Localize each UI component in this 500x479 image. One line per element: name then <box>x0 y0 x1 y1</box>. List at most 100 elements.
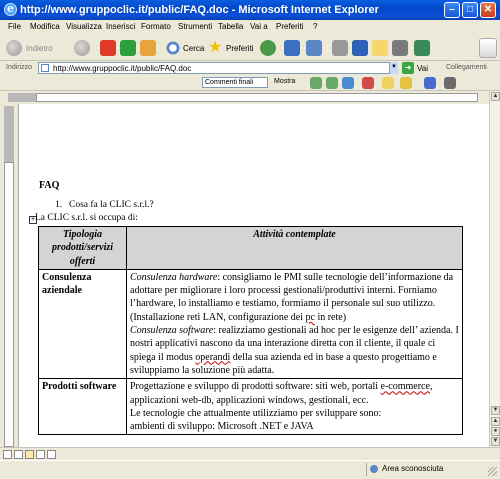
print-layout-icon[interactable] <box>25 450 34 459</box>
category-cell: Prodotti software <box>38 378 127 436</box>
title-bar: http://www.gruppoclic.it/public/FAQ.doc … <box>0 0 500 20</box>
ruler-margin-left <box>8 93 36 102</box>
search-icon[interactable] <box>165 40 181 56</box>
show-menu[interactable]: Mostra <box>274 78 295 85</box>
services-table: Tipologia prodotti/servizi offerti Attiv… <box>38 226 463 436</box>
back-arrow-icon[interactable] <box>6 40 22 56</box>
display-for-review-select[interactable]: Commenti finali <box>202 77 268 88</box>
menu-modifica[interactable]: Modifica <box>30 22 60 31</box>
ruler-text-area <box>36 93 478 102</box>
mail-icon[interactable] <box>306 40 322 56</box>
reject-change-icon[interactable] <box>362 77 374 89</box>
history-icon[interactable] <box>260 40 276 56</box>
activities-cell: Consulenza hardware: consigliamo le PMI … <box>126 268 463 380</box>
activities-cell: Progettazione e sviluppo di prodotti sof… <box>126 378 463 436</box>
ecommerce-word: e-commerce <box>380 381 430 393</box>
web-layout-icon[interactable] <box>14 450 23 459</box>
products-text-a: Progettazione e sviluppo di prodotti sof… <box>130 381 381 393</box>
track-changes-icon[interactable] <box>424 77 436 89</box>
vruler-margin-top <box>4 106 14 162</box>
insert-comment-icon[interactable] <box>382 77 394 89</box>
research-icon[interactable] <box>284 40 300 56</box>
highlight-icon[interactable] <box>400 77 412 89</box>
normal-view-icon[interactable] <box>3 450 12 459</box>
stop-icon[interactable] <box>100 40 116 56</box>
scroll-up-icon[interactable]: ▲ <box>491 92 500 101</box>
list-number: 1. <box>55 200 63 210</box>
previous-change-icon[interactable] <box>310 77 322 89</box>
pc-word: pc <box>305 311 315 323</box>
menu-tabella[interactable]: Tabella <box>218 22 243 31</box>
vertical-ruler[interactable] <box>0 104 19 447</box>
address-url[interactable]: http://www.gruppoclic.it/public/FAQ.doc <box>53 64 191 73</box>
favorites-star-icon[interactable]: ★ <box>208 40 224 56</box>
address-bar: Indirizzo http://www.gruppoclic.it/publi… <box>0 61 500 77</box>
close-button[interactable]: ✕ <box>480 2 496 18</box>
accept-change-icon[interactable] <box>342 77 354 89</box>
reviewing-pane-icon[interactable] <box>444 77 456 89</box>
browse-object-icon[interactable]: ● <box>491 427 500 436</box>
menu-file[interactable]: File <box>8 22 21 31</box>
resize-grip-icon[interactable] <box>488 467 497 476</box>
environments-text: ambienti di sviluppo: Microsoft .NET e J… <box>130 421 314 433</box>
table-row: Consulenza aziendale Consulenza hardware… <box>38 268 463 380</box>
question-text: Cosa fa la CLIC s.r.l.? <box>69 200 154 210</box>
menu-vai-a[interactable]: Vai a <box>250 22 268 31</box>
view-buttons-row <box>0 447 500 461</box>
links-label[interactable]: Collegamenti <box>446 64 487 71</box>
security-zone: Area sconosciuta <box>382 464 444 473</box>
document-page[interactable]: FAQ 1. Cosa fa la CLIC s.r.l.? + La CLIC… <box>19 104 489 447</box>
refresh-icon[interactable] <box>120 40 136 56</box>
hardware-label: Consulenza hardware <box>130 271 218 283</box>
reading-layout-icon[interactable] <box>47 450 56 459</box>
intro-text: La CLIC s.r.l. si occupa di: <box>35 213 138 223</box>
back-label[interactable]: Indietro <box>26 44 53 53</box>
table-row: Prodotti software Progettazione e svilup… <box>38 378 463 436</box>
software-label: Consulenza software <box>130 325 214 337</box>
favorites-label[interactable]: Preferiti <box>226 44 254 53</box>
standard-toolbar: Indietro Cerca ★ Preferiti <box>0 35 500 61</box>
next-change-icon[interactable] <box>326 77 338 89</box>
menu-visualizza[interactable]: Visualizza <box>66 22 102 31</box>
go-arrow-icon[interactable]: ➜ <box>402 62 414 74</box>
vertical-scrollbar[interactable]: ▲ ▼ ▲ ● ▼ <box>489 91 500 447</box>
search-label[interactable]: Cerca <box>183 44 204 53</box>
address-label: Indirizzo <box>6 64 33 71</box>
go-button[interactable]: Vai <box>417 64 428 73</box>
status-separator <box>366 463 367 476</box>
address-input[interactable]: http://www.gruppoclic.it/public/FAQ.doc <box>38 62 398 74</box>
horizontal-ruler[interactable] <box>0 91 500 105</box>
technologies-text: Le tecnologie che attualmente utilizziam… <box>130 407 382 419</box>
menu-preferiti[interactable]: Preferiti <box>276 22 304 31</box>
previous-page-icon[interactable]: ▲ <box>491 417 500 426</box>
maximize-button[interactable]: □ <box>462 2 478 18</box>
vruler-text-area <box>4 162 14 447</box>
windows-logo-icon <box>479 38 497 58</box>
home-icon[interactable] <box>140 40 156 56</box>
discuss-icon[interactable] <box>372 40 388 56</box>
zone-globe-icon <box>370 465 378 473</box>
minimize-button[interactable]: – <box>444 2 460 18</box>
table-header-row: Tipologia prodotti/servizi offerti Attiv… <box>38 226 463 270</box>
related-links-icon[interactable] <box>414 40 430 56</box>
operandi-word: operandi <box>195 351 231 363</box>
menu-strumenti[interactable]: Strumenti <box>178 22 212 31</box>
menu-help[interactable]: ? <box>313 22 317 31</box>
address-dropdown-chevron-icon[interactable]: ▼ <box>389 62 398 74</box>
forward-arrow-icon[interactable] <box>74 40 90 56</box>
messenger-icon[interactable] <box>392 40 408 56</box>
category-cell: Consulenza aziendale <box>38 268 127 380</box>
menu-inserisci[interactable]: Inserisci <box>106 22 135 31</box>
outline-view-icon[interactable] <box>36 450 45 459</box>
status-bar: Area sconosciuta <box>0 460 500 479</box>
header-cell-activities: Attività contemplate <box>126 226 463 270</box>
print-icon[interactable] <box>332 40 348 56</box>
page-icon <box>41 64 49 72</box>
next-page-icon[interactable]: ▼ <box>491 437 500 446</box>
menu-formato[interactable]: Formato <box>141 22 171 31</box>
reviewing-toolbar: Commenti finali Mostra <box>0 76 500 91</box>
edit-word-icon[interactable] <box>352 40 368 56</box>
hardware-text-b: in rete) <box>314 311 347 323</box>
scroll-down-icon[interactable]: ▼ <box>491 406 500 415</box>
header-cell-type: Tipologia prodotti/servizi offerti <box>38 226 127 270</box>
